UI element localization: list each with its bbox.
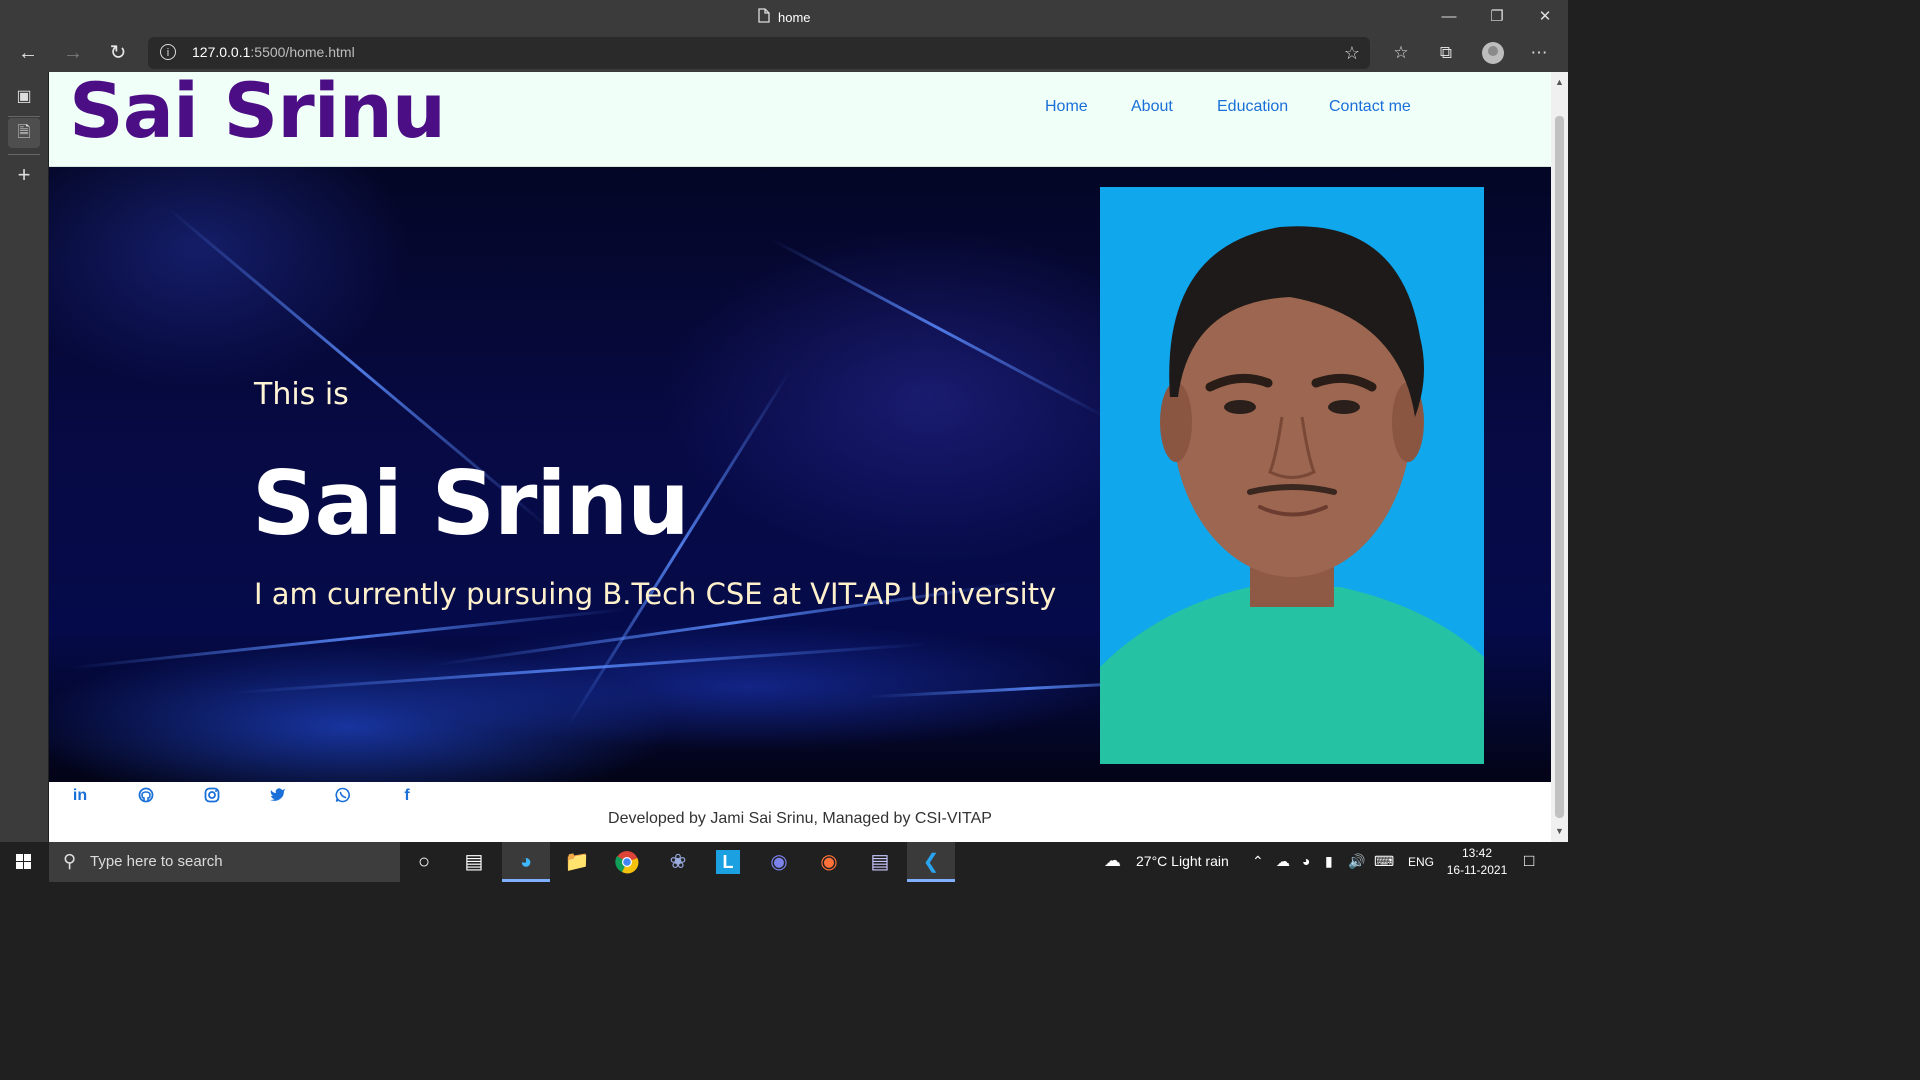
- volume-icon[interactable]: 🔊: [1348, 853, 1365, 870]
- sidebar-divider: [8, 116, 40, 117]
- footer-credit: Developed by Jami Sai Srinu, Managed by …: [608, 810, 992, 827]
- restore-button[interactable]: ❐: [1482, 6, 1512, 28]
- site-logo[interactable]: Sai Srinu: [69, 72, 446, 155]
- eclipse-app-icon[interactable]: ▤: [856, 842, 904, 882]
- minimize-button[interactable]: —: [1434, 6, 1464, 28]
- nav-about-link[interactable]: About: [1131, 98, 1173, 116]
- clock-time: 13:42: [1461, 846, 1493, 860]
- social-links: in f: [49, 785, 1551, 809]
- linkedin-icon[interactable]: in: [68, 787, 92, 805]
- search-icon: ⚲: [63, 851, 77, 871]
- window-titlebar: home — ❐ ✕: [0, 0, 1568, 34]
- profile-avatar[interactable]: [1482, 42, 1504, 64]
- light-streak: [770, 237, 1108, 420]
- sidebar-tab-home[interactable]: 🗎: [8, 118, 40, 148]
- more-icon[interactable]: ⋯: [1526, 41, 1552, 65]
- keyboard-icon[interactable]: ⌨: [1374, 853, 1394, 870]
- file-explorer-icon[interactable]: 📁: [553, 842, 601, 882]
- page-viewport: Sai Srinu Home About Education Contact m…: [49, 72, 1551, 842]
- start-button[interactable]: [0, 842, 48, 882]
- page-scrollbar[interactable]: ▲ ▼: [1551, 72, 1568, 842]
- address-bar[interactable]: i 127.0.0.1:5500/home.html ☆: [148, 37, 1370, 69]
- wifi-icon[interactable]: ◕: [1302, 853, 1310, 869]
- scroll-up-icon[interactable]: ▲: [1551, 74, 1568, 91]
- task-view-icon[interactable]: ▤: [450, 842, 498, 882]
- instagram-icon[interactable]: [200, 787, 224, 808]
- firefox-app-icon[interactable]: ◉: [805, 842, 853, 882]
- add-favorite-icon[interactable]: ☆: [1344, 43, 1360, 64]
- whatsapp-icon[interactable]: [331, 787, 355, 808]
- tab-title[interactable]: home: [758, 8, 811, 26]
- hero-intro: This is: [254, 377, 349, 412]
- scroll-down-icon[interactable]: ▼: [1551, 823, 1568, 840]
- edge-app-icon[interactable]: ◕: [502, 842, 550, 882]
- nav-home-link[interactable]: Home: [1045, 98, 1088, 116]
- hero-section: This is Sai Srinu I am currently pursuin…: [49, 167, 1551, 782]
- weather-icon[interactable]: ☁: [1104, 851, 1121, 871]
- browser-toolbar: ← → ↻ i 127.0.0.1:5500/home.html ☆ ☆ ⧉ ⋯: [0, 34, 1568, 72]
- teams-app-icon[interactable]: ◉: [755, 842, 803, 882]
- tab-title-text: home: [778, 9, 811, 25]
- close-button[interactable]: ✕: [1530, 6, 1560, 28]
- forward-button[interactable]: →: [59, 40, 87, 66]
- light-streak: [70, 607, 628, 670]
- taskbar: ⚲ Type here to search ○ ▤ ◕ 📁 ❀ L ◉ ◉ ▤ …: [0, 842, 1568, 882]
- profile-photo: [1100, 187, 1484, 764]
- weather-text[interactable]: 27°C Light rain: [1136, 853, 1229, 869]
- paint-app-icon[interactable]: ❀: [654, 842, 702, 882]
- nav-education-link[interactable]: Education: [1217, 98, 1288, 116]
- tab-actions-icon[interactable]: ▣: [8, 82, 40, 112]
- notifications-icon[interactable]: □: [1524, 851, 1534, 871]
- facebook-icon[interactable]: f: [395, 787, 419, 805]
- github-icon[interactable]: [134, 787, 158, 808]
- refresh-button[interactable]: ↻: [104, 40, 132, 66]
- collections-icon[interactable]: ⧉: [1433, 41, 1459, 65]
- sidebar-divider: [8, 154, 40, 155]
- search-placeholder: Type here to search: [90, 853, 223, 870]
- taskbar-search[interactable]: ⚲ Type here to search: [49, 842, 400, 882]
- site-header: Sai Srinu Home About Education Contact m…: [49, 72, 1551, 167]
- hero-name: Sai Srinu: [252, 452, 690, 555]
- page-icon: [758, 8, 770, 26]
- new-tab-icon[interactable]: +: [8, 160, 40, 190]
- launcher-app-icon[interactable]: L: [704, 842, 752, 882]
- chrome-app-icon[interactable]: [603, 842, 651, 882]
- url-text[interactable]: 127.0.0.1:5500/home.html: [192, 44, 355, 60]
- onedrive-icon[interactable]: ☁: [1276, 853, 1290, 870]
- twitter-icon[interactable]: [266, 787, 290, 806]
- battery-icon[interactable]: ▮: [1325, 853, 1333, 870]
- vscode-app-icon[interactable]: ❮: [907, 842, 955, 882]
- vertical-tabs-sidebar: ▣ 🗎 +: [0, 72, 48, 842]
- tray-expand-icon[interactable]: ⌃: [1252, 853, 1264, 870]
- hero-tagline: I am currently pursuing B.Tech CSE at VI…: [254, 577, 1057, 611]
- language-indicator[interactable]: ENG: [1408, 855, 1434, 869]
- favorites-icon[interactable]: ☆: [1388, 41, 1414, 65]
- scroll-thumb[interactable]: [1555, 116, 1564, 818]
- clock[interactable]: 13:42 16-11-2021: [1442, 845, 1512, 879]
- clock-date: 16-11-2021: [1446, 863, 1508, 877]
- cortana-icon[interactable]: ○: [400, 842, 448, 882]
- light-streak: [229, 642, 929, 695]
- back-button[interactable]: ←: [14, 40, 42, 66]
- nav-contact-link[interactable]: Contact me: [1329, 98, 1411, 116]
- site-info-icon[interactable]: i: [160, 44, 176, 60]
